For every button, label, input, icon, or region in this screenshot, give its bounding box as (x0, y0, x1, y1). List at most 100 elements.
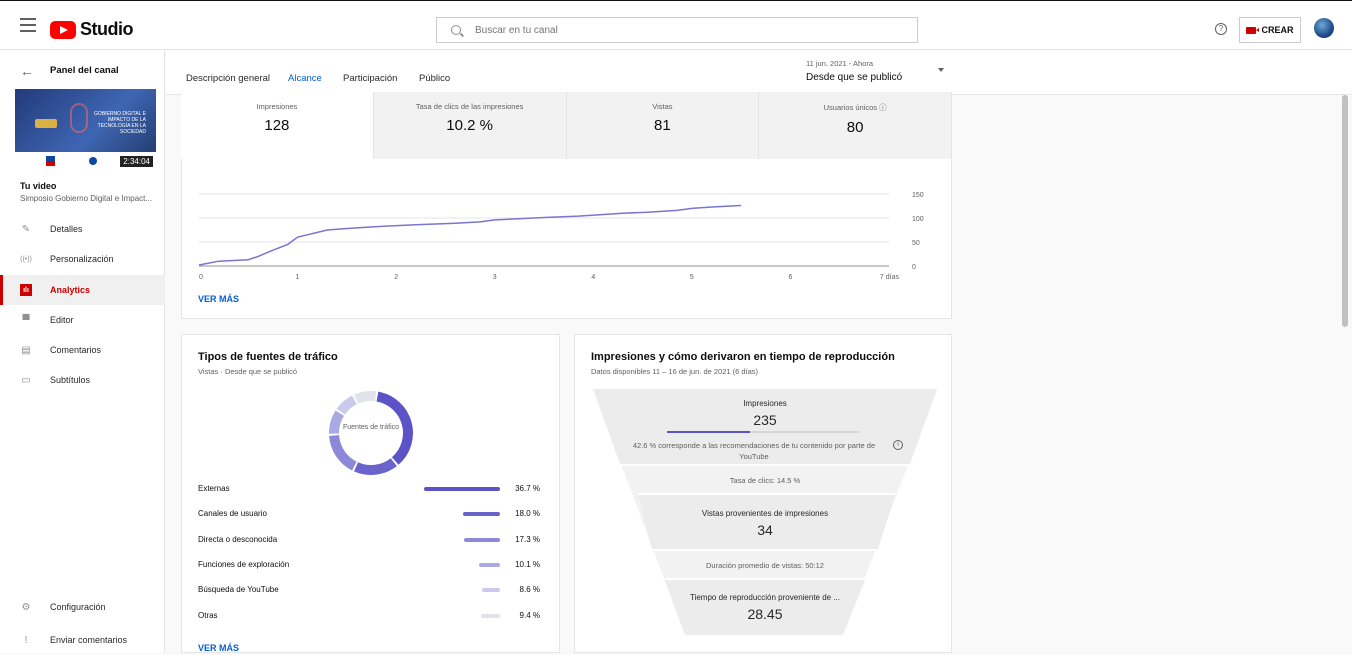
traffic-row-bar (479, 562, 500, 567)
traffic-row[interactable]: Canales de usuario 18.0 % (198, 507, 543, 521)
funnel-views-label: Vistas provenientes de impresiones (701, 509, 829, 518)
create-button-label: CREAR (1261, 25, 1294, 35)
sidebar-item-customization[interactable]: ((•)) Personalización (0, 244, 165, 274)
tab-reach[interactable]: Alcance (288, 73, 322, 94)
traffic-row-bar (462, 512, 500, 517)
info-icon[interactable]: i (893, 440, 903, 450)
clapper-icon: ▀ (22, 314, 30, 326)
donut-slice[interactable] (354, 391, 377, 404)
metric-label: Vistas (652, 102, 673, 111)
sidebar-item-comments[interactable]: ▤ Comentarios (0, 335, 165, 365)
analytics-tabs-bar: Descripción general Alcance Participació… (166, 51, 1352, 95)
video-title: Simposio Gobierno Digital e Impact... (20, 194, 153, 203)
your-video-heading: Tu video (20, 181, 57, 191)
donut-slice[interactable] (329, 410, 345, 434)
search-icon[interactable] (451, 25, 461, 35)
studio-logo[interactable]: Studio (50, 19, 134, 40)
back-arrow-icon[interactable]: ← (20, 63, 34, 79)
traffic-row[interactable]: Externas 36.7 % (198, 482, 543, 496)
metric-label-wrap: Usuarios únicos ⓘ (759, 102, 951, 113)
sidebar: ← Panel del canal GOBIERNO DIGITAL E IMP… (0, 51, 165, 653)
traffic-row-bar (424, 487, 500, 491)
pencil-icon: ✎ (21, 223, 31, 235)
tab-engagement[interactable]: Participación (343, 73, 397, 92)
metric-value: 10.2 % (446, 117, 493, 134)
sidebar-item-details[interactable]: ✎ Detalles (0, 214, 165, 244)
impressions-chart-card: 150 100 50 0 0 1 2 3 4 5 6 7 días VER MÁS (181, 159, 952, 319)
y-tick-label: 150 (912, 192, 924, 199)
help-icon[interactable]: ? (1215, 23, 1227, 35)
menu-icon[interactable] (20, 18, 36, 32)
funnel-watch-time-value: 28.45 (747, 606, 783, 622)
see-more-link[interactable]: VER MÁS (198, 294, 239, 304)
broadcast-icon: ((•)) (20, 255, 32, 263)
donut-slice[interactable] (336, 395, 357, 415)
subtitles-icon: ▭ (21, 374, 31, 386)
traffic-row-label: Externas (198, 484, 230, 493)
metric-ctr[interactable]: Tasa de clics de las impresiones 10.2 % (373, 92, 567, 159)
funnel-impressions: Impresiones 235 (665, 399, 865, 428)
seal-icon (89, 157, 97, 165)
metric-impressions[interactable]: Impresiones 128 (181, 92, 374, 159)
see-more-link[interactable]: VER MÁS (198, 643, 239, 653)
x-tick-label: 5 (690, 274, 694, 281)
traffic-row[interactable]: Directa o desconocida 17.3 % (198, 533, 543, 547)
tab-overview[interactable]: Descripción general (186, 73, 270, 92)
channel-dashboard-link[interactable]: Panel del canal (50, 65, 119, 76)
donut-slice[interactable] (353, 458, 397, 475)
sidebar-item-label: Enviar comentarios (50, 635, 128, 645)
funnel-subtitle: Datos disponibles 11 – 16 de jun. de 202… (591, 367, 759, 376)
traffic-sources-card: Tipos de fuentes de tráfico Vistas · Des… (181, 334, 560, 653)
x-tick-label: 3 (493, 274, 497, 281)
metric-views[interactable]: Vistas 81 (566, 92, 760, 159)
avatar[interactable] (1314, 18, 1334, 38)
sidebar-item-subtitles[interactable]: ▭ Subtítulos (0, 365, 165, 395)
traffic-row-percent: 18.0 % (515, 509, 540, 519)
metric-label: Tasa de clics de las impresiones (415, 102, 524, 111)
sidebar-item-feedback[interactable]: ! Enviar comentarios (0, 625, 165, 655)
traffic-row-bar (482, 588, 500, 593)
x-tick-label: 1 (296, 274, 300, 281)
sidebar-item-label: Personalización (50, 254, 114, 264)
thumbnail-text: GOBIERNO DIGITAL E IMPACTO DE LA TECNOLO… (94, 111, 146, 135)
date-range-label: Desde que se publicó (806, 72, 903, 83)
sidebar-item-label: Editor (50, 315, 74, 325)
tab-audience[interactable]: Público (419, 73, 450, 92)
metric-unique-users[interactable]: Usuarios únicos ⓘ 80 (759, 92, 952, 159)
impressions-progress-fill (667, 431, 750, 433)
traffic-row-percent: 36.7 % (515, 484, 540, 493)
traffic-row-label: Funciones de exploración (198, 559, 290, 569)
sidebar-item-settings[interactable]: ⚙ Configuración (0, 592, 165, 622)
funnel-title: Impresiones y cómo derivaron en tiempo d… (591, 351, 895, 363)
traffic-row[interactable]: Funciones de exploración 10.1 % (198, 558, 543, 572)
funnel-recommendation-note: 42.6 % corresponde a las recomendaciones… (632, 441, 876, 461)
scrollbar[interactable] (1342, 95, 1348, 327)
video-thumbnail[interactable]: GOBIERNO DIGITAL E IMPACTO DE LA TECNOLO… (15, 89, 156, 170)
metric-value: 128 (264, 117, 290, 134)
top-bar: Studio ? CREAR (0, 0, 1352, 50)
info-icon[interactable]: ⓘ (879, 103, 887, 112)
funnel-average-duration: Duración promedio de vistas: 50:12 (706, 561, 824, 570)
metric-label: Usuarios únicos (823, 103, 877, 112)
donut-slice[interactable] (329, 434, 357, 471)
funnel-impressions-label: Impresiones (743, 399, 787, 408)
traffic-row[interactable]: Otras 9.4 % (198, 609, 543, 623)
y-tick-label: 0 (912, 264, 916, 271)
sidebar-item-editor[interactable]: ▀ Editor (0, 305, 165, 335)
sidebar-item-analytics[interactable]: ılı Analytics (0, 275, 165, 305)
date-range-selector[interactable]: 11 jun. 2021 - Ahora Desde que se public… (806, 59, 946, 83)
search-box[interactable] (436, 17, 918, 43)
sidebar-item-label: Configuración (50, 602, 106, 612)
donut-center-label: Fuentes de tráfico (342, 424, 400, 431)
comment-icon: ▤ (21, 344, 31, 356)
flag-icon (46, 156, 55, 166)
traffic-row[interactable]: Búsqueda de YouTube 8.6 % (198, 583, 543, 597)
x-tick-label: 2 (394, 274, 398, 281)
traffic-donut-chart (329, 391, 413, 475)
search-input[interactable] (475, 24, 895, 36)
sidebar-item-label: Subtítulos (50, 375, 91, 385)
metric-value: 81 (654, 117, 671, 134)
feedback-icon: ! (24, 634, 28, 646)
create-button[interactable]: CREAR (1239, 17, 1301, 43)
sidebar-item-label: Analytics (50, 285, 91, 295)
